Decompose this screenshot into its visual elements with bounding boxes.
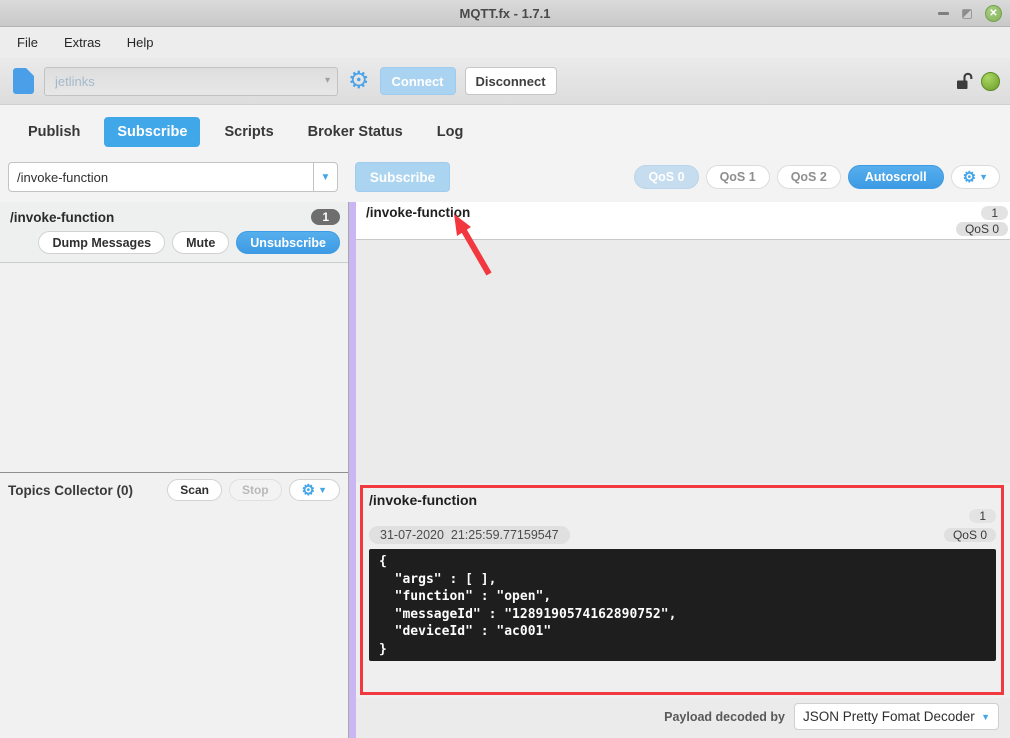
menu-extras[interactable]: Extras <box>61 33 104 52</box>
subscribe-menu-button[interactable]: ⚙ ▼ <box>950 165 1000 189</box>
message-number-badge: 1 <box>981 205 1008 220</box>
tab-scripts[interactable]: Scripts <box>214 117 283 147</box>
decoder-label: Payload decoded by <box>664 709 785 724</box>
connection-toolbar: ▾ ⚙ Connect Disconnect <box>0 58 1010 105</box>
subscriptions-empty-area <box>0 263 348 472</box>
close-icon[interactable]: ✕ <box>985 5 1002 22</box>
topics-collector-empty-area <box>0 507 348 738</box>
profile-combobox[interactable]: ▾ <box>44 66 338 96</box>
subscription-item[interactable]: /invoke-function 1 Dump Messages Mute Un… <box>0 202 348 263</box>
main-tab-bar: Publish Subscribe Scripts Broker Status … <box>0 105 1010 158</box>
profile-input[interactable] <box>44 66 338 96</box>
collector-menu-button[interactable]: ⚙ ▼ <box>288 479 340 501</box>
minimize-icon[interactable] <box>938 12 949 15</box>
panel-splitter[interactable] <box>349 202 356 738</box>
subscribe-button[interactable]: Subscribe <box>355 162 450 192</box>
detail-qos-badge: QoS 0 <box>943 528 996 542</box>
window-controls: ✕ <box>938 0 1002 27</box>
message-row[interactable]: /invoke-function 1 QoS 0 <box>356 202 1010 240</box>
connection-status-area <box>955 71 1000 91</box>
tab-broker-status[interactable]: Broker Status <box>298 117 413 147</box>
connection-status-icon <box>981 71 1000 91</box>
payload-viewer[interactable]: { "args" : [ ], "function" : "open", "me… <box>369 549 996 661</box>
gears-icon: ⚙ <box>962 168 977 186</box>
dump-messages-button[interactable]: Dump Messages <box>38 231 166 254</box>
content-area: /invoke-function 1 Dump Messages Mute Un… <box>0 202 1010 738</box>
qos1-button[interactable]: QoS 1 <box>705 165 770 189</box>
mute-button[interactable]: Mute <box>172 231 230 254</box>
connection-settings-gear-icon[interactable]: ⚙ <box>348 69 370 93</box>
decoder-value: JSON Pretty Fomat Decoder <box>803 709 975 724</box>
gears-icon: ⚙ <box>301 481 316 499</box>
tab-subscribe[interactable]: Subscribe <box>104 116 201 147</box>
menu-bar: File Extras Help <box>0 27 1010 58</box>
profile-caret-icon[interactable]: ▾ <box>325 75 330 86</box>
profile-file-icon[interactable] <box>13 68 34 94</box>
message-list: /invoke-function 1 QoS 0 <box>356 202 1010 483</box>
stop-button[interactable]: Stop <box>228 479 282 501</box>
chevron-down-icon: ▼ <box>981 711 990 722</box>
message-qos-badge: QoS 0 <box>955 222 1008 236</box>
detail-timestamp: 31-07-2020 21:25:59.77159547 <box>369 526 570 544</box>
decoder-bar: Payload decoded by JSON Pretty Fomat Dec… <box>356 698 1010 735</box>
topic-caret-icon[interactable]: ▼ <box>313 162 338 192</box>
topics-collector-title: Topics Collector (0) <box>8 482 134 498</box>
subscribe-controls-bar: ▼ Subscribe QoS 0 QoS 1 QoS 2 Autoscroll… <box>0 158 1010 202</box>
unsubscribe-button[interactable]: Unsubscribe <box>236 231 340 254</box>
decoder-select[interactable]: JSON Pretty Fomat Decoder ▼ <box>794 703 999 730</box>
subscription-topic: /invoke-function <box>10 209 115 225</box>
chevron-down-icon: ▼ <box>979 172 988 182</box>
message-detail: /invoke-function 1 31-07-2020 21:25:59.7… <box>356 483 1010 698</box>
topic-combobox: ▼ <box>8 162 338 192</box>
menu-help[interactable]: Help <box>124 33 157 52</box>
subscriptions-panel: /invoke-function 1 Dump Messages Mute Un… <box>0 202 349 738</box>
detail-number-badge: 1 <box>969 509 996 523</box>
subscription-count-badge: 1 <box>311 209 340 225</box>
menu-file[interactable]: File <box>14 33 41 52</box>
disconnect-button[interactable]: Disconnect <box>464 67 557 95</box>
detail-topic: /invoke-function <box>369 492 478 508</box>
chevron-down-icon: ▼ <box>318 485 327 495</box>
qos2-button[interactable]: QoS 2 <box>776 165 841 189</box>
title-bar: MQTT.fx - 1.7.1 ✕ <box>0 0 1010 27</box>
scan-button[interactable]: Scan <box>167 479 222 501</box>
window-title: MQTT.fx - 1.7.1 <box>459 5 551 21</box>
subscribe-options: QoS 0 QoS 1 QoS 2 Autoscroll ⚙ ▼ <box>634 165 1000 189</box>
message-topic: /invoke-function <box>366 205 471 220</box>
restore-icon[interactable] <box>962 8 972 19</box>
autoscroll-button[interactable]: Autoscroll <box>847 165 944 189</box>
qos0-button[interactable]: QoS 0 <box>634 165 699 189</box>
tab-publish[interactable]: Publish <box>18 117 90 147</box>
topic-input[interactable] <box>8 162 313 192</box>
lock-open-icon <box>957 72 973 89</box>
topics-collector-header: Topics Collector (0) Scan Stop ⚙ ▼ <box>0 472 348 507</box>
tab-log[interactable]: Log <box>427 117 474 147</box>
messages-panel: /invoke-function 1 QoS 0 /invoke-functio… <box>356 202 1010 738</box>
connect-button[interactable]: Connect <box>379 67 456 95</box>
